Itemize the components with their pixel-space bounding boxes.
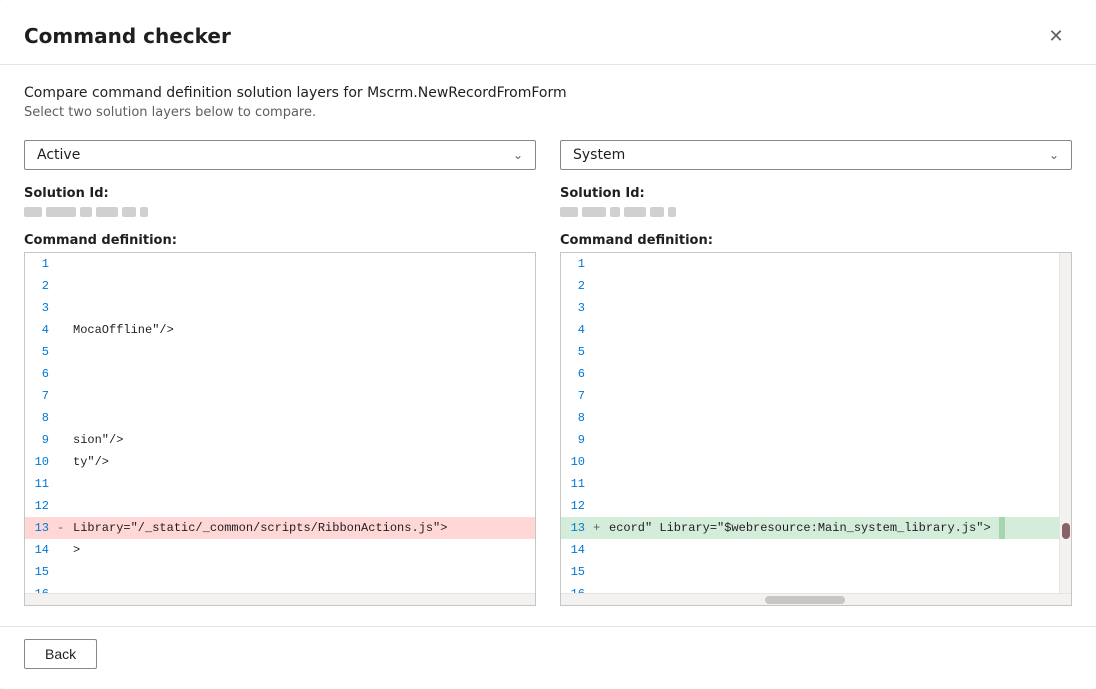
table-row: 15: [25, 561, 535, 583]
right-vertical-scrollbar[interactable]: [1059, 253, 1071, 605]
table-row: 8: [25, 407, 535, 429]
left-dropdown-value: Active: [37, 147, 80, 163]
dialog-title: Command checker: [24, 24, 231, 48]
right-horizontal-scrollbar[interactable]: [561, 593, 1071, 605]
table-row: 12: [25, 495, 535, 517]
command-checker-dialog: Command checker ✕ Compare command defini…: [0, 0, 1096, 689]
left-dropdown-chevron: ⌄: [513, 148, 523, 162]
table-row: 3: [561, 297, 1059, 319]
right-column: System ⌄ Solution Id: Command definition…: [560, 140, 1072, 606]
table-row: 16: [25, 583, 535, 593]
table-row: 6: [25, 363, 535, 385]
left-column: Active ⌄ Solution Id: Command definition…: [24, 140, 536, 606]
right-dropdown-chevron: ⌄: [1049, 148, 1059, 162]
table-row: 7: [25, 385, 535, 407]
right-solution-id-value: [560, 207, 1072, 217]
table-row: 7: [561, 385, 1059, 407]
left-horizontal-scrollbar[interactable]: [25, 593, 535, 605]
right-cmd-def-label: Command definition:: [560, 233, 1072, 248]
close-button[interactable]: ✕: [1040, 20, 1072, 52]
table-row: 5: [561, 341, 1059, 363]
table-row: 6: [561, 363, 1059, 385]
right-dropdown[interactable]: System ⌄: [560, 140, 1072, 170]
right-scrollbar-thumb-h: [765, 596, 845, 604]
dialog-body: Compare command definition solution laye…: [0, 65, 1096, 626]
left-cmd-def-label: Command definition:: [24, 233, 536, 248]
table-row: 10: [561, 451, 1059, 473]
table-row: 12: [561, 495, 1059, 517]
table-row: 2: [25, 275, 535, 297]
dialog-header: Command checker ✕: [0, 0, 1096, 65]
table-row: 10 ty"/>: [25, 451, 535, 473]
right-solution-id-label: Solution Id:: [560, 186, 1072, 201]
table-row: 14: [561, 539, 1059, 561]
right-code-inner[interactable]: 1 2 3 4 5 6 7 8 9 10 11 12 13+ecord" Lib…: [561, 253, 1071, 593]
table-row: 9 sion"/>: [25, 429, 535, 451]
right-code-area: 1 2 3 4 5 6 7 8 9 10 11 12 13+ecord" Lib…: [560, 252, 1072, 606]
dialog-footer: Back: [0, 626, 1096, 689]
left-dropdown[interactable]: Active ⌄: [24, 140, 536, 170]
left-code-area: 1 2 3 4 MocaOffline"/> 5 6 7 8 9 sion"/>…: [24, 252, 536, 606]
table-row: 11: [25, 473, 535, 495]
table-row: 13- Library="/_static/_common/scripts/Ri…: [25, 517, 535, 539]
left-code-inner[interactable]: 1 2 3 4 MocaOffline"/> 5 6 7 8 9 sion"/>…: [25, 253, 535, 593]
table-row: 15: [561, 561, 1059, 583]
right-dropdown-value: System: [573, 147, 625, 163]
table-row: 14 >: [25, 539, 535, 561]
table-row: 2: [561, 275, 1059, 297]
table-row: 11: [561, 473, 1059, 495]
table-row: 1: [25, 253, 535, 275]
description-sub-text: Select two solution layers below to comp…: [24, 105, 1072, 120]
table-row: 8: [561, 407, 1059, 429]
left-solution-id-value: [24, 207, 536, 217]
left-solution-id-label: Solution Id:: [24, 186, 536, 201]
description-text: Compare command definition solution laye…: [24, 85, 1072, 101]
table-row: 16: [561, 583, 1059, 593]
table-row: 1: [561, 253, 1059, 275]
scrollbar-thumb: [1062, 523, 1070, 539]
table-row: 4: [561, 319, 1059, 341]
table-row: 3: [25, 297, 535, 319]
back-button[interactable]: Back: [24, 639, 97, 669]
table-row: 13+ecord" Library="$webresource:Main_sys…: [561, 517, 1059, 539]
compare-columns: Active ⌄ Solution Id: Command definition…: [24, 140, 1072, 606]
table-row: 9: [561, 429, 1059, 451]
table-row: 5: [25, 341, 535, 363]
table-row: 4 MocaOffline"/>: [25, 319, 535, 341]
